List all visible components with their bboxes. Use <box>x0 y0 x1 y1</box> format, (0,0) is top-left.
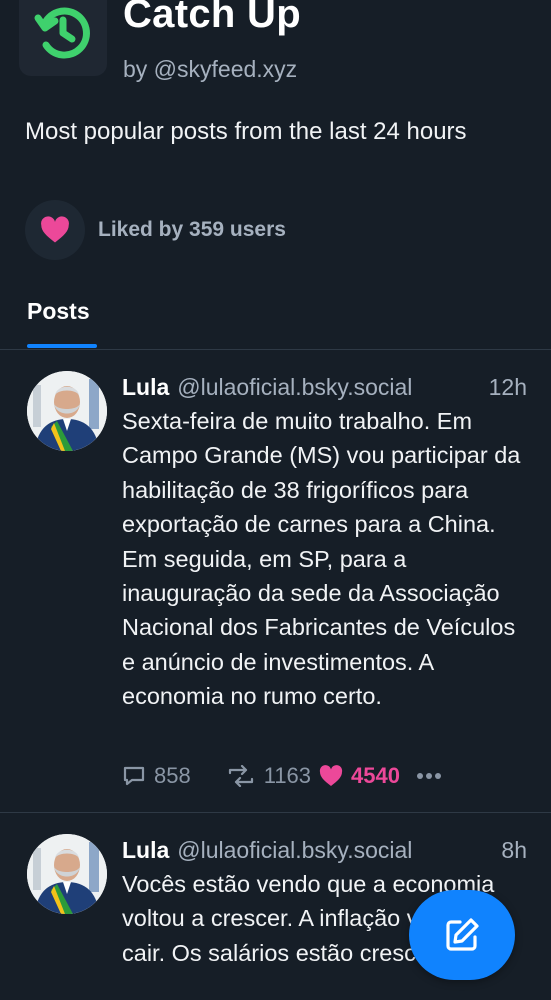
user-avatar-image <box>27 834 107 914</box>
repost-button[interactable]: 1163 <box>226 763 311 789</box>
author-handle[interactable]: @lulaoficial.bsky.social <box>177 374 480 401</box>
compose-button[interactable] <box>409 890 515 980</box>
post-header: Lula @lulaoficial.bsky.social 12h <box>122 374 527 401</box>
repost-count: 1163 <box>263 763 312 788</box>
liked-by-count[interactable]: Liked by 359 users <box>98 218 286 242</box>
tab-active-indicator <box>27 344 97 348</box>
repost-icon <box>228 765 253 787</box>
author-name[interactable]: Lula <box>122 837 169 864</box>
tab-divider <box>0 349 551 350</box>
more-options-button[interactable] <box>416 772 442 780</box>
post-timestamp[interactable]: 12h <box>489 374 527 401</box>
author-name[interactable]: Lula <box>122 374 169 401</box>
feed-description: Most popular posts from the last 24 hour… <box>25 118 467 145</box>
heart-icon <box>319 765 343 786</box>
reply-icon <box>123 766 145 786</box>
tab-posts[interactable]: Posts <box>27 298 90 325</box>
author-handle[interactable]: @lulaoficial.bsky.social <box>177 837 493 864</box>
clock-rewind-icon <box>34 7 90 59</box>
heart-icon <box>41 216 69 243</box>
user-avatar-image <box>27 371 107 451</box>
feed-title: Catch Up <box>123 0 301 36</box>
post-actions: 858 1163 4540 <box>122 763 442 789</box>
avatar[interactable] <box>27 834 107 914</box>
feed-avatar[interactable] <box>19 0 107 76</box>
reply-button[interactable]: 858 <box>122 763 191 789</box>
avatar[interactable] <box>27 371 107 451</box>
post-text: Sexta-feira de muito trabalho. Em Campo … <box>122 408 521 710</box>
post-header: Lula @lulaoficial.bsky.social 8h <box>122 837 527 864</box>
post-timestamp[interactable]: 8h <box>501 837 527 864</box>
compose-icon <box>446 918 479 951</box>
more-dots-icon <box>416 773 441 779</box>
like-feed-button[interactable] <box>25 200 85 260</box>
post-divider <box>0 812 551 813</box>
like-button[interactable]: 4540 <box>319 763 400 789</box>
reply-count: 858 <box>154 763 191 788</box>
feed-byline[interactable]: by @skyfeed.xyz <box>123 56 297 83</box>
like-count: 4540 <box>351 763 400 788</box>
